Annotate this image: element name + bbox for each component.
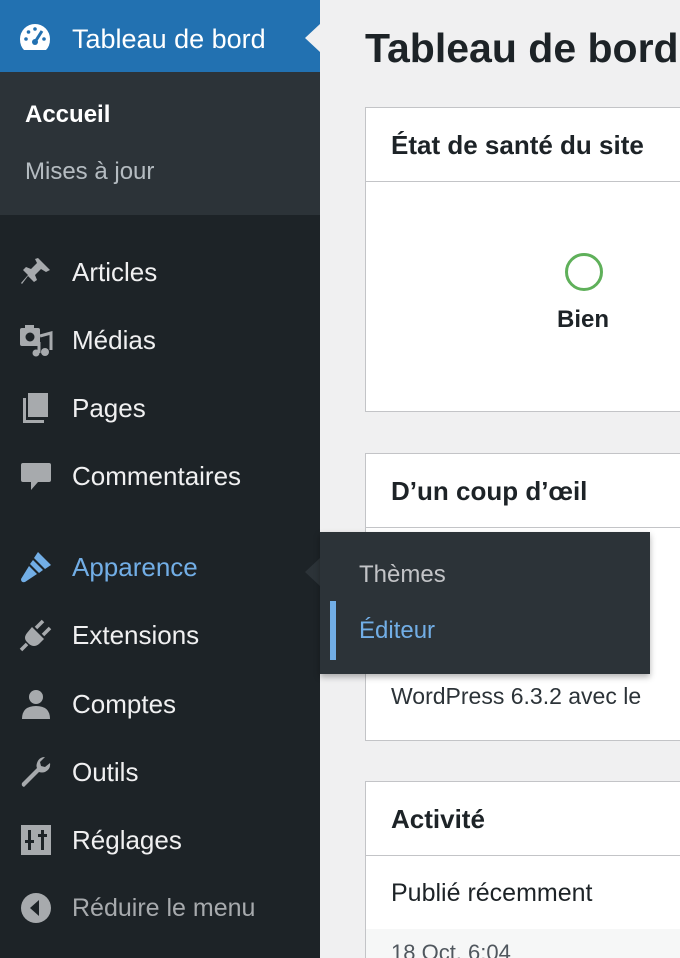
health-status-ring-icon (565, 253, 603, 291)
activity-panel: Activité Publié récemment 18 Oct, 6:04 (365, 781, 680, 958)
sidebar-item-label: Pages (72, 393, 146, 423)
user-icon (22, 690, 50, 719)
sidebar-item-label: Apparence (72, 552, 198, 582)
sidebar-item-label: Commentaires (72, 461, 242, 491)
flyout-item-editor[interactable]: Éditeur (359, 616, 435, 646)
sidebar-item-label: Articles (72, 257, 158, 287)
sidebar-item-extensions[interactable]: Extensions (0, 605, 320, 665)
sidebar-item-medias[interactable]: Médias (0, 310, 320, 370)
panel-title: État de santé du site (391, 130, 644, 160)
admin-sidebar: Tableau de bord Accueil Mises à jour Art… (0, 0, 320, 958)
submenu-item-updates[interactable]: Mises à jour (25, 157, 154, 187)
sidebar-item-articles[interactable]: Articles (0, 242, 320, 302)
panel-header[interactable]: Activité (366, 782, 680, 856)
sidebar-item-label: Comptes (72, 689, 177, 719)
panel-header[interactable]: D’un coup d’œil (366, 454, 680, 528)
collapse-menu-button[interactable]: Réduire le menu (0, 878, 320, 938)
plugin-icon (19, 619, 52, 652)
comment-icon (21, 463, 51, 490)
sidebar-item-accounts[interactable]: Comptes (0, 674, 320, 734)
collapse-icon (21, 893, 51, 923)
wordpress-version-text: WordPress 6.3.2 avec le (391, 683, 642, 709)
panel-title: D’un coup d’œil (391, 476, 588, 506)
submenu-item-home[interactable]: Accueil (25, 100, 110, 130)
sidebar-item-label: Réglages (72, 825, 182, 855)
flyout-arrow (305, 558, 320, 586)
flyout-item-themes[interactable]: Thèmes (359, 560, 446, 590)
sidebar-item-tools[interactable]: Outils (0, 742, 320, 802)
sidebar-item-settings[interactable]: Réglages (0, 810, 320, 870)
site-health-panel: État de santé du site (365, 107, 680, 412)
flyout-active-indicator (330, 601, 336, 660)
sidebar-item-label: Médias (72, 325, 156, 355)
panel-title: Activité (391, 804, 485, 834)
sidebar-item-label: Outils (72, 757, 139, 787)
appearance-flyout-menu: Thèmes Éditeur (320, 532, 650, 674)
sidebar-item-appearance[interactable]: Apparence (0, 537, 320, 597)
sidebar-item-pages[interactable]: Pages (0, 378, 320, 438)
dashboard-icon (20, 24, 50, 50)
sidebar-item-comments[interactable]: Commentaires (0, 446, 320, 506)
activity-subtitle: Publié récemment (391, 879, 593, 907)
sidebar-item-label: Tableau de bord (72, 24, 266, 54)
page-title: Tableau de bord (365, 25, 679, 71)
panel-header[interactable]: État de santé du site (366, 108, 680, 182)
media-icon (20, 325, 53, 357)
appearance-icon (21, 552, 51, 583)
pages-icon (23, 393, 48, 423)
settings-icon (21, 825, 51, 855)
health-status-label: Bien (557, 306, 610, 333)
wrench-icon (21, 757, 51, 787)
main-content: Tableau de bord État de santé du site D’… (320, 0, 680, 958)
sidebar-item-dashboard[interactable]: Tableau de bord (0, 0, 320, 72)
pin-icon (21, 258, 50, 284)
dashboard-submenu: Accueil Mises à jour (0, 72, 320, 215)
current-page-arrow (305, 24, 320, 52)
activity-date: 18 Oct, 6:04 (391, 940, 511, 958)
sidebar-item-label: Extensions (72, 620, 200, 650)
collapse-menu-label: Réduire le menu (72, 894, 256, 922)
